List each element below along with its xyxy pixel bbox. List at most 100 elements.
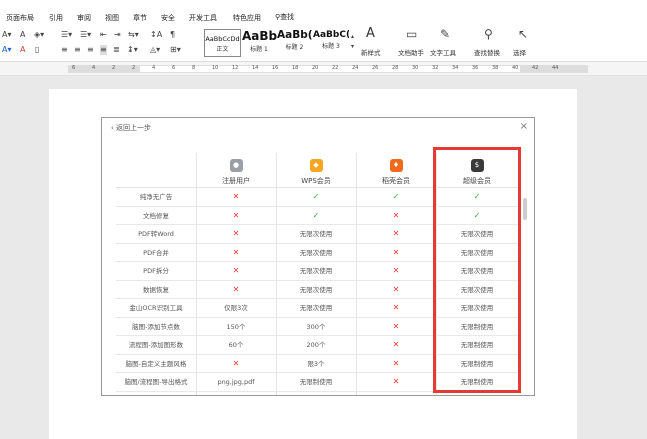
doc-helper-button[interactable]: 文档助手 [398, 47, 424, 57]
style-heading-3[interactable]: AaBbC( 标题 3 [313, 29, 349, 57]
column-wps-member: ◆ WPS会员 [301, 159, 331, 185]
cell-value: 150个 [226, 322, 246, 331]
close-icon[interactable]: × [520, 121, 528, 132]
ruler-number: 24 [352, 65, 359, 71]
text-tools-button[interactable]: 文字工具 [430, 47, 456, 57]
cell-value: 仅限3次 [224, 304, 248, 312]
menu-section[interactable]: 章节 [133, 13, 147, 23]
ruler-number: 10 [212, 65, 219, 71]
find-replace-icon[interactable]: ⚲ [484, 28, 493, 40]
menu-references[interactable]: 引用 [49, 13, 63, 23]
cell-value: 300个 [306, 322, 326, 331]
cross-icon: ✕ [232, 266, 240, 275]
align-center-icon[interactable]: ≡ [74, 45, 81, 55]
select-button[interactable]: 选择 [513, 47, 526, 57]
font-a-icon[interactable]: A▾ [2, 30, 12, 40]
font-color-icon[interactable]: A▾ [2, 45, 12, 55]
distribute-icon[interactable]: ≣ [113, 45, 120, 55]
ruler-number: 34 [452, 65, 459, 71]
feature-label: 流程图-添加图形数 [128, 341, 184, 349]
style-heading-2[interactable]: AaBb( 标题 2 [277, 29, 312, 57]
horizontal-ruler[interactable]: 6 4 2 2 4 6 8 10 12 14 16 18 20 22 24 26 28 30 32 34 36 38 40 4… [0, 62, 647, 76]
align-left-icon[interactable]: ≡ [61, 45, 68, 55]
feature-label: PDF拆分 [143, 267, 169, 275]
indent-decrease-icon[interactable]: ⇤ [100, 30, 107, 40]
bullet-list-icon[interactable]: ☰▾ [61, 30, 72, 40]
ruler-number: 30 [412, 65, 419, 71]
ruler-number: 20 [312, 65, 319, 71]
new-style-icon[interactable]: A [366, 27, 375, 40]
menu-special-apps[interactable]: 特色应用 [233, 13, 261, 23]
line-spacing-icon[interactable]: ↨▾ [127, 45, 138, 55]
doc-helper-icon[interactable]: ▭ [406, 28, 417, 40]
find-replace-button[interactable]: 查找替换 [474, 47, 500, 57]
ruler-left-margin [68, 65, 140, 73]
feature-label: PDF合并 [143, 248, 169, 257]
feature-label: 文档修复 [143, 211, 169, 220]
menu-review[interactable]: 审阅 [77, 13, 91, 23]
select-cursor-icon[interactable]: ↖ [518, 28, 528, 40]
user-icon: ● [229, 159, 243, 172]
cross-icon: ✕ [392, 247, 400, 257]
style-normal[interactable]: AaBbCcDd 正文 [204, 29, 241, 57]
check-icon: ✓ [392, 192, 400, 201]
menu-search[interactable]: ⚲查找 [275, 12, 294, 22]
dialog-scrollbar[interactable] [523, 198, 527, 220]
show-marks-icon[interactable]: ¶ [170, 30, 175, 40]
cross-icon: ✕ [392, 266, 400, 275]
cell-value: 无限次使用 [299, 304, 333, 312]
docer-member-icon: ♦ [389, 159, 403, 172]
text-tools-icon[interactable]: ✎ [440, 28, 450, 40]
eraser-icon[interactable]: ◈▾ [34, 30, 44, 40]
feature-label: 纯净无广告 [139, 193, 173, 201]
align-right-icon[interactable]: ≡ [87, 45, 94, 55]
cross-icon: ✕ [392, 303, 400, 312]
sort-icon[interactable]: ↕A [150, 30, 162, 40]
ruler-number: 32 [432, 65, 439, 71]
indent-increase-icon[interactable]: ⇥ [114, 30, 121, 40]
cell-value: 无限制使用 [299, 378, 333, 386]
ruler-number: 14 [252, 65, 259, 71]
style-heading-1[interactable]: AaBb 标题 1 [242, 29, 277, 57]
feature-label: 数据恢复 [143, 285, 169, 294]
feature-label: 脑图-添加节点数 [132, 322, 180, 331]
back-button[interactable]: ‹ 返回上一步 [111, 123, 151, 133]
cross-icon: ✕ [392, 377, 400, 386]
new-style-button[interactable]: 新样式 [361, 47, 381, 57]
numbered-list-icon[interactable]: ☰▾ [80, 30, 91, 40]
cross-icon: ✕ [232, 284, 240, 294]
ruler-number: 12 [232, 65, 239, 71]
text-direction-icon[interactable]: ⇆▾ [128, 30, 139, 40]
paint-fill-icon[interactable]: ◬▾ [150, 45, 160, 55]
ruler-number: 6 [72, 65, 76, 71]
cell-value: 无限次使用 [299, 267, 333, 275]
char-border-icon[interactable]: ▯ [35, 45, 39, 55]
menu-bar: 页面布局 引用 审阅 视图 章节 安全 开发工具 特色应用 ⚲查找 [0, 0, 647, 26]
column-docer-member: ♦ 稻壳会员 [382, 159, 410, 185]
cross-icon: ✕ [232, 192, 240, 201]
font-size-icon[interactable]: A [20, 30, 25, 40]
feature-label: PDF转Word [138, 230, 174, 238]
cross-icon: ✕ [232, 210, 240, 220]
justify-icon[interactable]: ≡ [100, 45, 107, 55]
shading-icon[interactable]: A [20, 45, 25, 55]
cross-icon: ✕ [392, 340, 400, 349]
cross-icon: ✕ [392, 229, 400, 238]
styles-scroll-icon[interactable]: ▴ ▾ [351, 32, 354, 52]
ruler-number: 38 [492, 65, 499, 71]
menu-page-layout[interactable]: 页面布局 [6, 13, 34, 23]
cross-icon: ✕ [392, 321, 400, 331]
check-icon: ✓ [312, 192, 320, 201]
ruler-number: 36 [472, 65, 479, 71]
feature-label: 金山OCR识别工具 [129, 304, 183, 312]
ruler-number: 2 [112, 65, 116, 71]
menu-developer-tools[interactable]: 开发工具 [189, 13, 217, 23]
cross-icon: ✕ [232, 229, 240, 238]
cell-value: 无限次使用 [299, 248, 333, 257]
cross-icon: ✕ [232, 358, 240, 368]
menu-security[interactable]: 安全 [161, 13, 175, 23]
border-icon[interactable]: ⊞▾ [170, 45, 181, 55]
ruler-number: 22 [332, 65, 339, 71]
cross-icon: ✕ [392, 284, 400, 294]
menu-view[interactable]: 视图 [105, 13, 119, 23]
